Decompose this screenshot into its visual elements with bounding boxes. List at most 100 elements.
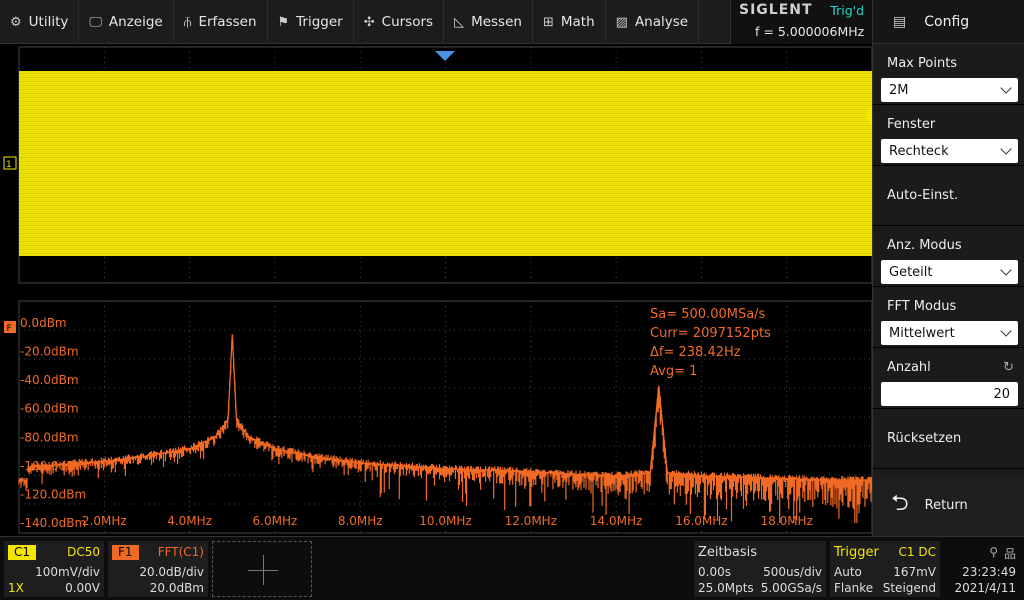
f1-scale: 20.0dB/div: [139, 565, 204, 579]
menu-analyse[interactable]: ▨ Analyse: [606, 0, 700, 44]
c1-coupling: DC50: [67, 545, 100, 559]
anz-modus-select[interactable]: Geteilt: [881, 260, 1018, 284]
f1-info-box[interactable]: F1 FFT(C1) 20.0dB/div 20.0dBm: [108, 541, 208, 597]
brand-area: SIGLENT Trig'd f = 5.000006MHz: [730, 0, 872, 44]
x-tick-label: 12.0MHz: [505, 514, 557, 528]
anzahl-input[interactable]: 20: [881, 382, 1018, 406]
return-label: Return: [924, 497, 968, 513]
x-tick-label: 10.0MHz: [419, 514, 471, 528]
x-tick-label: 2.0MHz: [82, 514, 127, 528]
plus-icon-h: [248, 570, 278, 571]
trigger-type: Flanke: [834, 581, 874, 595]
x-tick-label: 8.0MHz: [338, 514, 383, 528]
x-tick-label: 16.0MHz: [675, 514, 727, 528]
usb-icon: ⚲: [989, 545, 998, 559]
flag-icon: ⚑: [277, 14, 290, 30]
trigger-source: C1 DC: [898, 545, 936, 559]
auto-einst-button[interactable]: Auto-Einst.: [873, 166, 1024, 226]
anzahl-label: Anzahl ↻: [881, 356, 1018, 378]
analyse-icon: ▨: [615, 14, 628, 30]
fft-trace: [18, 334, 872, 523]
menu-messen[interactable]: ◺ Messen: [444, 0, 533, 44]
bottom-status-bar: C1 DC50 100mV/div 1X 0.00V F1 FFT(C1) 20…: [0, 536, 1024, 600]
x-tick-label: 14.0MHz: [590, 514, 642, 528]
fft-average: Avg= 1: [650, 364, 697, 379]
chevron-down-icon: [1000, 143, 1012, 155]
math-icon: ⊞: [542, 14, 554, 30]
menu-label: Anzeige: [108, 14, 163, 30]
menu-math[interactable]: ⊞ Math: [533, 0, 606, 44]
time-div: 500us/div: [763, 565, 822, 579]
fft-marker-label: F: [7, 324, 12, 334]
config-panel: ▤ Config Max Points 2M Fenster Rechteck …: [872, 0, 1024, 600]
refresh-icon[interactable]: ↻: [1003, 360, 1014, 375]
anz-modus-value: Geteilt: [889, 264, 933, 280]
ch1-waveform-band: [19, 71, 872, 256]
brand-logo: SIGLENT: [739, 2, 813, 18]
fft-y-ticks: 0.0dBm -20.0dBm -40.0dBm -60.0dBm -80.0dBm -1…: [20, 316, 86, 530]
config-header: ▤ Config: [873, 0, 1024, 44]
menu-anzeige[interactable]: 🖵 Anzeige: [79, 0, 174, 44]
max-points-section: Max Points 2M: [873, 44, 1024, 105]
trigger-title: Trigger: [834, 545, 879, 560]
c1-offset: 0.00V: [65, 581, 100, 595]
fenster-value: Rechteck: [889, 143, 949, 159]
chevron-down-icon: [1000, 325, 1012, 337]
x-tick-label: 18.0MHz: [760, 514, 812, 528]
monitor-icon: 🖵: [89, 14, 102, 30]
max-points-select[interactable]: 2M: [881, 78, 1018, 102]
fft-envelope: [27, 334, 872, 481]
max-points-label: Max Points: [887, 55, 958, 71]
chevron-down-icon: [1000, 264, 1012, 276]
fft-modus-select[interactable]: Mittelwert: [881, 321, 1018, 345]
fft-points: Curr= 2097152pts: [650, 326, 771, 341]
max-points-value: 2M: [889, 82, 909, 98]
chevron-down-icon: [1000, 82, 1012, 94]
frequency-counter: f = 5.000006MHz: [755, 24, 865, 39]
menu-label: Messen: [471, 14, 522, 30]
y-tick-label: 0.0dBm: [20, 316, 67, 330]
fenster-select[interactable]: Rechteck: [881, 139, 1018, 163]
fft-display[interactable]: 0.0dBm -20.0dBm -40.0dBm -60.0dBm -80.0dBm -1…: [0, 298, 872, 536]
fft-modus-section: FFT Modus Mittelwert: [873, 287, 1024, 348]
anz-modus-label: Anz. Modus: [887, 237, 962, 253]
trigger-box[interactable]: Trigger C1 DC Auto 167mV Flanke Steigend: [830, 541, 940, 597]
add-channel-button[interactable]: [212, 541, 312, 597]
ruecksetzen-button[interactable]: Rücksetzen: [873, 409, 1024, 469]
zeitbasis-box[interactable]: Zeitbasis 0.00s 500us/div 25.0Mpts 5.00G…: [694, 541, 826, 597]
crosshair-icon: ✣: [363, 14, 375, 30]
trigger-level: 167mV: [893, 565, 936, 579]
trigger-position-marker[interactable]: [435, 51, 455, 61]
f1-ref-level: 20.0dBm: [149, 581, 204, 595]
y-tick-label: -80.0dBm: [20, 430, 79, 444]
y-tick-label: -60.0dBm: [20, 402, 79, 416]
menu-label: Math: [560, 14, 595, 30]
y-tick-label: -100.0dBm: [20, 459, 86, 473]
anz-modus-section: Anz. Modus Geteilt: [873, 226, 1024, 287]
c1-tag: C1: [8, 545, 37, 560]
return-button[interactable]: ⮌ Return: [873, 474, 1024, 536]
clock-box: ⚲ 品 23:23:49 2021/4/11: [944, 541, 1020, 597]
menu-trigger[interactable]: ⚑ Trigger: [268, 0, 354, 44]
y-tick-label: -120.0dBm: [20, 487, 86, 501]
menu-erfassen[interactable]: ⫚ Erfassen: [174, 0, 268, 44]
c1-info-box[interactable]: C1 DC50 100mV/div 1X 0.00V: [4, 541, 104, 597]
gear-icon: ⚙: [10, 14, 22, 30]
fft-x-ticks: 2.0MHz 4.0MHz 6.0MHz 8.0MHz 10.0MHz 12.0MHz 14…: [82, 514, 813, 528]
time-domain-display[interactable]: 1: [0, 44, 872, 284]
fft-modus-value: Mittelwert: [889, 325, 955, 341]
menu-cursors[interactable]: ✣ Cursors: [354, 0, 445, 44]
y-tick-label: -20.0dBm: [20, 345, 79, 359]
menu-utility[interactable]: ⚙ Utility: [0, 0, 80, 44]
trigger-status: Trig'd: [830, 3, 864, 18]
menu-label: Trigger: [296, 14, 343, 30]
fenster-section: Fenster Rechteck: [873, 105, 1024, 166]
menu-label: Utility: [28, 14, 69, 30]
memory-depth: 25.0Mpts: [698, 581, 754, 595]
anzahl-section: Anzahl ↻ 20: [873, 348, 1024, 409]
menu-label: Cursors: [381, 14, 434, 30]
clock-time: 23:23:49: [962, 565, 1016, 579]
fft-sample-rate: Sa= 500.00MSa/s: [650, 307, 766, 322]
menu-bar: ⚙ Utility 🖵 Anzeige ⫚ Erfassen ⚑ Trigger ✣ Cursor…: [0, 0, 730, 44]
menu-label: Erfassen: [198, 14, 257, 30]
